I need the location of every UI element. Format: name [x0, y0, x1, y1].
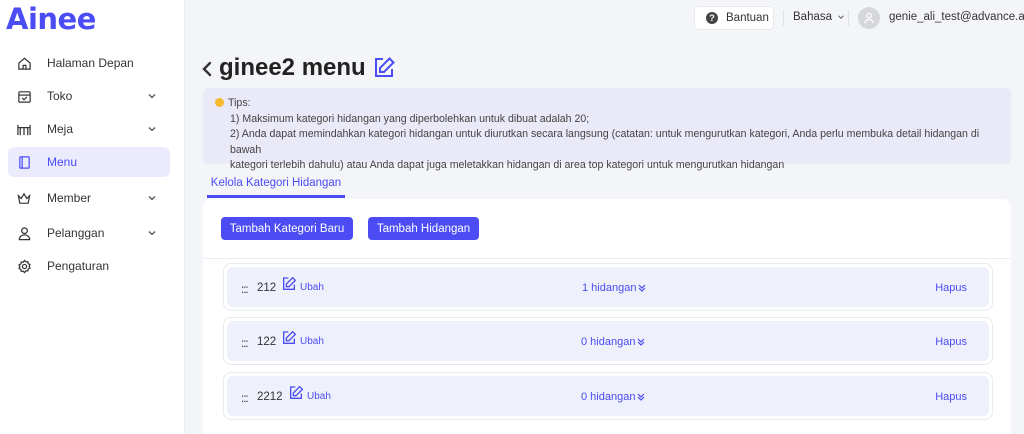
sidebar-item-menu[interactable]: Menu — [8, 147, 170, 177]
store-icon — [16, 88, 32, 104]
sidebar-item-member[interactable]: Member — [8, 183, 170, 213]
sidebar-item-pengaturan[interactable]: Pengaturan — [8, 251, 170, 281]
edit-icon[interactable] — [281, 276, 297, 292]
delete-link[interactable]: Hapus — [935, 282, 967, 294]
gear-icon — [16, 258, 32, 274]
edit-link[interactable]: Ubah — [300, 336, 324, 347]
add-dish-button[interactable]: Tambah Hidangan — [368, 217, 479, 240]
edit-icon[interactable] — [288, 385, 304, 401]
dish-count: 1 hidangan — [582, 282, 637, 294]
drag-handle-icon[interactable]: ::: — [241, 393, 249, 405]
dish-count-toggle[interactable]: 0 hidangan — [581, 391, 646, 403]
language-select[interactable]: Bahasa — [793, 11, 846, 23]
double-chevron-down-icon — [638, 338, 645, 346]
dish-count: 0 hidangan — [581, 336, 636, 348]
crown-icon — [16, 190, 32, 206]
edit-link[interactable]: Ubah — [307, 391, 331, 402]
help-label: Bantuan — [726, 12, 769, 24]
page-title: ginee2 menu — [219, 54, 366, 81]
divider — [203, 258, 1011, 259]
sidebar: Ainee Halaman Depan Toko Meja Menu Membe… — [0, 0, 185, 434]
table-icon — [16, 121, 32, 137]
question-icon: ? — [706, 12, 718, 24]
edit-title-icon[interactable] — [372, 56, 396, 80]
divider — [783, 10, 784, 26]
sidebar-item-label: Meja — [47, 122, 74, 136]
language-label: Bahasa — [793, 11, 833, 23]
sidebar-item-pelanggan[interactable]: Pelanggan — [8, 218, 170, 248]
sidebar-item-label: Pelanggan — [47, 226, 105, 240]
category-name: 2212 — [257, 391, 283, 403]
category-row[interactable]: ::: 212 Ubah 1 hidangan Hapus — [223, 263, 993, 311]
avatar[interactable] — [858, 7, 880, 29]
tips-line: 2) Anda dapat memindahkan kategori hidan… — [230, 128, 980, 156]
person-icon — [16, 225, 32, 241]
chevron-down-icon — [148, 94, 156, 99]
sidebar-item-toko[interactable]: Toko — [8, 81, 170, 111]
info-dot-icon — [215, 98, 224, 107]
delete-link[interactable]: Hapus — [935, 336, 967, 348]
tips-panel: Tips: 1) Maksimum kategori hidangan yang… — [203, 88, 1011, 171]
home-icon — [16, 55, 32, 71]
add-category-button[interactable]: Tambah Kategori Baru — [221, 217, 353, 240]
dish-count-toggle[interactable]: 0 hidangan — [581, 336, 646, 348]
edit-icon[interactable] — [281, 330, 297, 346]
drag-handle-icon[interactable]: ::: — [241, 338, 249, 350]
sidebar-item-halaman-depan[interactable]: Halaman Depan — [8, 48, 170, 78]
sidebar-item-label: Member — [47, 191, 92, 205]
double-chevron-down-icon — [638, 393, 645, 401]
help-button[interactable]: ? Bantuan — [694, 6, 774, 30]
sidebar-item-meja[interactable]: Meja — [8, 114, 170, 144]
user-email[interactable]: genie_ali_test@advance.ai — [889, 11, 1024, 23]
dish-count: 0 hidangan — [581, 391, 636, 403]
sidebar-item-label: Halaman Depan — [47, 56, 134, 70]
sidebar-item-label: Menu — [47, 155, 78, 169]
tips-line: 1) Maksimum kategori hidangan yang diper… — [230, 112, 590, 125]
chevron-down-icon — [838, 15, 844, 20]
chevron-down-icon — [148, 231, 156, 236]
drag-handle-icon[interactable]: ::: — [241, 284, 249, 296]
tab-kelola-kategori[interactable]: Kelola Kategori Hidangan — [207, 170, 345, 198]
tips-heading: Tips: — [228, 97, 251, 109]
sidebar-nav: Halaman Depan Toko Meja Menu Member Pela… — [8, 48, 170, 284]
back-arrow-icon[interactable] — [201, 60, 213, 78]
user-icon — [864, 12, 874, 24]
category-row[interactable]: ::: 2212 Ubah 0 hidangan Hapus — [223, 372, 993, 420]
double-chevron-down-icon — [639, 284, 646, 292]
delete-link[interactable]: Hapus — [935, 391, 967, 403]
category-name: 212 — [257, 282, 277, 294]
chevron-down-icon — [148, 127, 156, 132]
dish-count-toggle[interactable]: 1 hidangan — [582, 282, 647, 294]
edit-link[interactable]: Ubah — [300, 282, 324, 293]
app-logo[interactable]: Ainee — [6, 2, 96, 36]
menu-book-icon — [16, 154, 32, 170]
sidebar-item-label: Pengaturan — [47, 259, 110, 273]
chevron-down-icon — [148, 196, 156, 201]
topbar: ? Bantuan Bahasa genie_ali_test@advance.… — [186, 0, 1024, 36]
category-row[interactable]: ::: 122 Ubah 0 hidangan Hapus — [223, 317, 993, 365]
divider — [848, 10, 849, 26]
category-card: Tambah Kategori Baru Tambah Hidangan :::… — [203, 199, 1011, 434]
sidebar-item-label: Toko — [47, 89, 73, 103]
category-name: 122 — [257, 336, 277, 348]
